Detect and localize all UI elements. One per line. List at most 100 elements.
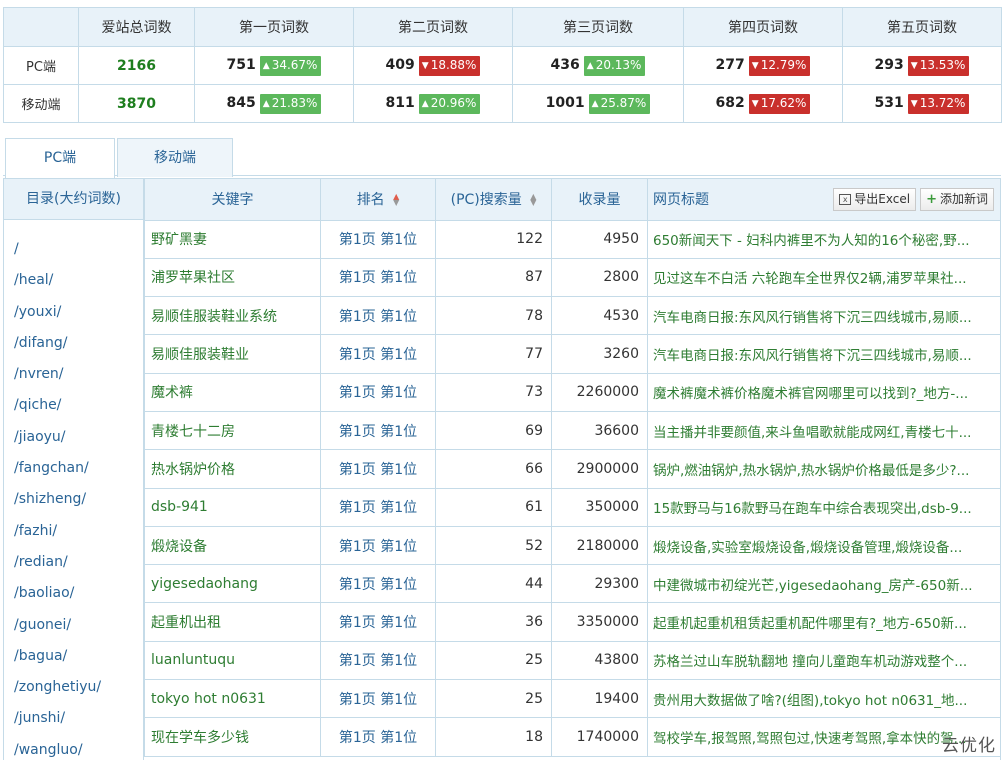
change-badge: ▼ 17.62% xyxy=(748,93,811,114)
keyword-cell[interactable]: 煅烧设备 xyxy=(144,525,321,566)
page-word-count: 409 xyxy=(385,56,415,73)
rank-cell[interactable]: 第1页 第1位 xyxy=(320,717,436,757)
search-volume-cell: 52 xyxy=(435,525,552,566)
add-keyword-button[interactable]: + 添加新词 xyxy=(920,188,994,211)
page-title-cell[interactable]: 贵州用大数据做了啥?(组图),tokyo hot n0631_地... xyxy=(647,679,1000,719)
change-badge: ▲ 21.83% xyxy=(259,93,322,114)
search-volume-cell: 69 xyxy=(435,410,552,451)
rank-cell[interactable]: 第1页 第1位 xyxy=(320,679,436,719)
rank-cell[interactable]: 第1页 第1位 xyxy=(320,257,436,298)
directory-item[interactable]: /qiche/ xyxy=(4,390,143,421)
page-title-cell[interactable]: 见过这车不白活 六轮跑车全世界仅2辆,浦罗苹果社... xyxy=(647,257,1000,298)
directory-item[interactable]: /redian/ xyxy=(4,547,143,578)
export-excel-button[interactable]: x 导出Excel xyxy=(833,188,917,211)
directory-item[interactable]: /difang/ xyxy=(4,328,143,359)
tab-pc[interactable]: PC端 xyxy=(5,138,115,178)
search-volume-cell: 36 xyxy=(435,602,552,642)
tab-mobile[interactable]: 移动端 xyxy=(117,138,233,177)
page-title-cell[interactable]: 起重机起重机租赁起重机配件哪里有?_地方-650新... xyxy=(647,602,1000,642)
page-title-cell[interactable]: 锅炉,燃油锅炉,热水锅炉,热水锅炉价格最低是多少?... xyxy=(647,449,1000,489)
page-title-cell[interactable]: 当主播并非要颜值,来斗鱼唱歌就能成网红,青楼七十... xyxy=(647,410,1000,451)
keyword-cell[interactable]: 魔术裤 xyxy=(144,372,321,412)
rank-cell[interactable]: 第1页 第1位 xyxy=(320,296,436,336)
keyword-cell[interactable]: dsb-941 xyxy=(144,487,321,527)
keyword-cell[interactable]: yigesedaohang xyxy=(144,564,321,604)
directory-item[interactable]: /zonghetiyu/ xyxy=(4,672,143,703)
col-keyword: 关键字 xyxy=(144,179,321,221)
page-word-count: 277 xyxy=(715,56,745,73)
directory-item[interactable]: /fazhi/ xyxy=(4,516,143,547)
table-toolbar: x 导出Excel + 添加新词 xyxy=(833,188,994,211)
col-rank[interactable]: 排名 ▲ ▼ xyxy=(320,179,436,221)
col-indexed-label: 收录量 xyxy=(578,192,621,209)
rank-cell[interactable]: 第1页 第1位 xyxy=(320,564,436,604)
page-title-cell[interactable]: 15款野马与16款野马在跑车中综合表现突出,dsb-9... xyxy=(647,487,1000,527)
directory-item[interactable]: /fangchan/ xyxy=(4,453,143,484)
summary-header-total: 爱站总词数 xyxy=(78,7,195,47)
directory-item[interactable]: /youxi/ xyxy=(4,297,143,328)
col-rank-label: 排名 xyxy=(356,192,385,209)
directory-item[interactable]: /wangluo/ xyxy=(4,735,143,760)
table-row: 现在学车多少钱 第1页 第1位 18 1740000 驾校学车,报驾照,驾照包过,快速考… xyxy=(144,717,1000,757)
summary-page-cell: 1001 ▲ 25.87% xyxy=(512,84,684,123)
directory-item[interactable]: / xyxy=(4,234,143,265)
directory-item[interactable]: /jiaoyu/ xyxy=(4,422,143,453)
summary-page-cell: 409 ▼ 18.88% xyxy=(353,46,513,85)
rank-cell[interactable]: 第1页 第1位 xyxy=(320,410,436,451)
directory-item[interactable]: /shizheng/ xyxy=(4,484,143,515)
sort-icon[interactable]: ▲ ▼ xyxy=(393,193,399,207)
summary-header-page3: 第三页词数 xyxy=(512,7,684,47)
page-title-cell[interactable]: 650新闻天下 - 妇科内裤里不为人知的16个秘密,野... xyxy=(647,219,1000,259)
change-badge: ▼ 12.79% xyxy=(748,55,811,76)
directory-item[interactable]: /heal/ xyxy=(4,265,143,296)
down-arrow-icon: ▼ xyxy=(751,98,759,109)
keyword-cell[interactable]: 热水锅炉价格 xyxy=(144,449,321,489)
keyword-cell[interactable]: 现在学车多少钱 xyxy=(144,717,321,757)
page-title-cell[interactable]: 汽车电商日报:东风风行销售将下沉三四线城市,易顺... xyxy=(647,296,1000,336)
rank-cell[interactable]: 第1页 第1位 xyxy=(320,334,436,374)
rank-cell[interactable]: 第1页 第1位 xyxy=(320,219,436,259)
directory-item[interactable]: /bagua/ xyxy=(4,641,143,672)
page-title-cell[interactable]: 煅烧设备,实验室煅烧设备,煅烧设备管理,煅烧设备... xyxy=(647,525,1000,566)
keyword-cell[interactable]: 易顺佳服装鞋业 xyxy=(144,334,321,374)
search-volume-cell: 77 xyxy=(435,334,552,374)
rank-cell[interactable]: 第1页 第1位 xyxy=(320,372,436,412)
summary-page-cell: 845 ▲ 21.83% xyxy=(194,84,354,123)
keyword-cell[interactable]: 浦罗苹果社区 xyxy=(144,257,321,298)
change-value: 25.87% xyxy=(600,95,647,110)
keyword-cell[interactable]: 易顺佳服装鞋业系统 xyxy=(144,296,321,336)
rank-cell[interactable]: 第1页 第1位 xyxy=(320,449,436,489)
search-volume-cell: 73 xyxy=(435,372,552,412)
rank-cell[interactable]: 第1页 第1位 xyxy=(320,487,436,527)
summary-header-row: 爱站总词数 第一页词数 第二页词数 第三页词数 第四页词数 第五页词数 xyxy=(3,7,1002,47)
keyword-cell[interactable]: 青楼七十二房 xyxy=(144,410,321,451)
directory-item[interactable]: /junshi/ xyxy=(4,703,143,734)
change-badge: ▲ 20.96% xyxy=(418,93,481,114)
rank-cell[interactable]: 第1页 第1位 xyxy=(320,640,436,681)
directory-item[interactable]: /baoliao/ xyxy=(4,578,143,609)
directory-item[interactable]: /nvren/ xyxy=(4,359,143,390)
summary-page-cell: 293 ▼ 13.53% xyxy=(842,46,1002,85)
rank-cell[interactable]: 第1页 第1位 xyxy=(320,602,436,642)
change-badge: ▲ 25.87% xyxy=(588,93,651,114)
directory-item[interactable]: /guonei/ xyxy=(4,610,143,641)
change-value: 20.13% xyxy=(595,57,642,72)
keyword-cell[interactable]: luanluntuqu xyxy=(144,640,321,681)
col-search-label: (PC)搜索量 xyxy=(450,192,522,209)
sort-icon[interactable]: ▲ ▼ xyxy=(530,193,536,207)
indexed-cell: 19400 xyxy=(551,679,648,719)
keyword-cell[interactable]: tokyo hot n0631 xyxy=(144,679,321,719)
up-arrow-icon: ▲ xyxy=(262,98,270,109)
page-title-cell[interactable]: 汽车电商日报:东风风行销售将下沉三四线城市,易顺... xyxy=(647,334,1000,374)
down-arrow-icon: ▼ xyxy=(751,60,759,71)
keyword-cell[interactable]: 起重机出租 xyxy=(144,602,321,642)
search-volume-cell: 87 xyxy=(435,257,552,298)
indexed-cell: 2900000 xyxy=(551,449,648,489)
keyword-cell[interactable]: 野矿黑妻 xyxy=(144,219,321,259)
rank-cell[interactable]: 第1页 第1位 xyxy=(320,525,436,566)
page-title-cell[interactable]: 中建微城市初绽光芒,yigesedaohang_房产-650新... xyxy=(647,564,1000,604)
search-volume-cell: 66 xyxy=(435,449,552,489)
page-title-cell[interactable]: 魔术裤魔术裤价格魔术裤官网哪里可以找到?_地方-... xyxy=(647,372,1000,412)
col-search-volume[interactable]: (PC)搜索量 ▲ ▼ xyxy=(435,179,552,221)
page-title-cell[interactable]: 苏格兰过山车脱轨翻地 撞向儿童跑车机动游戏整个... xyxy=(647,640,1000,681)
